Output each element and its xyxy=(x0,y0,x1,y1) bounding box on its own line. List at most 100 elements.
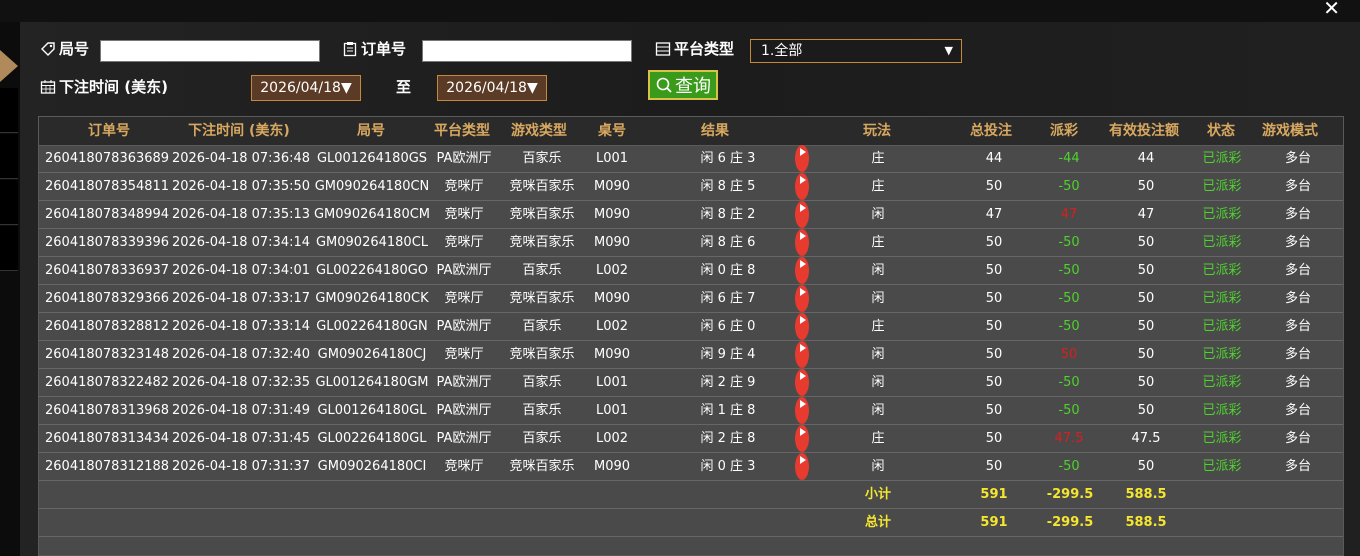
cell-platform: PA欧洲厅 xyxy=(436,431,492,446)
cell-time: 2026-04-18 07:32:35 xyxy=(171,375,311,390)
cell-result: 闲 0 庄 8 xyxy=(700,263,756,278)
cell-play: 闲 xyxy=(871,207,885,222)
cell-play: 庄 xyxy=(871,151,885,166)
play-icon[interactable] xyxy=(795,145,809,172)
side-tab[interactable] xyxy=(0,226,18,271)
cell-valid: 50 xyxy=(1137,179,1155,194)
side-tab[interactable] xyxy=(0,180,18,225)
cell-result: 闲 6 庄 0 xyxy=(700,319,756,334)
cell-ju: GM090264180CM xyxy=(313,207,431,222)
cell-platform: 竞咪厅 xyxy=(444,347,484,362)
table-row[interactable]: 260418078348994 2026-04-18 07:35:13 GM0902… xyxy=(39,201,1343,229)
cell-time: 2026-04-18 07:33:14 xyxy=(171,319,311,334)
cell-ju: GL002264180GO xyxy=(315,263,429,278)
cell-result: 闲 8 庄 2 xyxy=(700,207,756,222)
cell-ju: GL001264180GS xyxy=(316,151,428,166)
cell-play: 庄 xyxy=(871,235,885,250)
cell-game: 百家乐 xyxy=(522,151,562,166)
order-input[interactable] xyxy=(422,40,632,62)
play-icon[interactable] xyxy=(795,453,809,480)
cell-mode: 多台 xyxy=(1284,459,1311,474)
cell-play: 闲 xyxy=(871,459,885,474)
play-icon[interactable] xyxy=(795,201,809,228)
cell-table: M090 xyxy=(593,179,631,194)
cell-status: 已派彩 xyxy=(1202,431,1242,446)
cell-table: M090 xyxy=(593,207,631,222)
play-icon[interactable] xyxy=(795,369,809,396)
date-to-picker[interactable]: 2026/04/18▼ xyxy=(437,75,547,101)
platform-select[interactable]: 1.全部 ▼ xyxy=(750,39,962,63)
cell-order: 260418078329366 xyxy=(45,291,170,306)
platform-select-value: 1.全部 xyxy=(761,43,803,59)
cell-order: 260418078328812 xyxy=(45,319,170,334)
play-icon[interactable] xyxy=(795,425,809,452)
cell-valid: 47.5 xyxy=(1131,431,1161,446)
cell-game: 竞咪百家乐 xyxy=(509,291,575,306)
side-tab[interactable] xyxy=(0,88,18,133)
cell-mode: 多台 xyxy=(1284,151,1311,166)
play-icon[interactable] xyxy=(795,341,809,368)
cell-time: 2026-04-18 07:33:17 xyxy=(171,291,311,306)
play-icon[interactable] xyxy=(795,397,809,424)
play-icon[interactable] xyxy=(795,257,809,284)
cell-order: 260418078348994 xyxy=(45,207,170,222)
cell-bet: 50 xyxy=(985,431,1003,446)
table-row[interactable]: 260418078312188 2026-04-18 07:31:37 GM0902… xyxy=(39,453,1343,481)
play-icon[interactable] xyxy=(795,229,809,256)
table-row[interactable]: 260418078336937 2026-04-18 07:34:01 GL0022… xyxy=(39,257,1343,285)
cell-play: 闲 xyxy=(871,403,885,418)
cell-game: 百家乐 xyxy=(522,403,562,418)
cell-time: 2026-04-18 07:34:01 xyxy=(171,263,311,278)
cell-order: 260418078312188 xyxy=(45,459,170,474)
side-tab[interactable] xyxy=(0,134,18,179)
ju-input[interactable] xyxy=(100,40,320,62)
cell-valid: 50 xyxy=(1137,235,1155,250)
subtotal-label: 小计 xyxy=(864,487,891,502)
cell-ju: GL002264180GL xyxy=(317,431,427,446)
total-valid: 588.5 xyxy=(1125,515,1167,530)
cell-order: 260418078339396 xyxy=(45,235,170,250)
cell-result: 闲 1 庄 8 xyxy=(700,403,756,418)
cell-bet: 50 xyxy=(985,319,1003,334)
cell-payout: 47 xyxy=(1060,207,1078,222)
cell-table: M090 xyxy=(593,291,631,306)
cell-platform: PA欧洲厅 xyxy=(436,263,492,278)
table-row[interactable]: 260418078313434 2026-04-18 07:31:45 GL0022… xyxy=(39,425,1343,453)
table-row[interactable]: 260418078322482 2026-04-18 07:32:35 GL0012… xyxy=(39,369,1343,397)
column-header: 订单号 xyxy=(88,123,130,139)
cell-payout: -50 xyxy=(1058,459,1080,474)
close-icon[interactable]: ✕ xyxy=(1323,0,1340,20)
table-row[interactable]: 260418078339396 2026-04-18 07:34:14 GM0902… xyxy=(39,229,1343,257)
table-row[interactable]: 260418078363689 2026-04-18 07:36:48 GL0012… xyxy=(39,145,1343,173)
play-icon[interactable] xyxy=(795,285,809,312)
chevron-down-icon: ▼ xyxy=(944,44,953,57)
total-label: 总计 xyxy=(864,515,891,530)
cell-status: 已派彩 xyxy=(1202,179,1242,194)
cell-platform: 竞咪厅 xyxy=(444,459,484,474)
time-label-text: 下注时间 (美东) xyxy=(59,78,168,96)
cell-bet: 50 xyxy=(985,291,1003,306)
subtotal-payout: -299.5 xyxy=(1046,487,1094,502)
play-icon[interactable] xyxy=(795,313,809,340)
cell-result: 闲 0 庄 3 xyxy=(700,459,756,474)
cell-bet: 50 xyxy=(985,459,1003,474)
date-from-picker[interactable]: 2026/04/18▼ xyxy=(251,75,361,101)
query-button[interactable]: 查询 xyxy=(648,70,718,100)
cell-valid: 50 xyxy=(1137,403,1155,418)
cell-mode: 多台 xyxy=(1284,431,1311,446)
play-icon[interactable] xyxy=(795,173,809,200)
cell-valid: 50 xyxy=(1137,375,1155,390)
cell-ju: GM090264180CK xyxy=(315,291,429,306)
table-row[interactable]: 260418078328812 2026-04-18 07:33:14 GL0022… xyxy=(39,313,1343,341)
table-row[interactable]: 260418078354811 2026-04-18 07:35:50 GM0902… xyxy=(39,173,1343,201)
cell-mode: 多台 xyxy=(1284,403,1311,418)
cell-game: 竞咪百家乐 xyxy=(509,459,575,474)
cell-ju: GL001264180GM xyxy=(315,375,429,390)
cell-game: 百家乐 xyxy=(522,431,562,446)
cell-status: 已派彩 xyxy=(1202,375,1242,390)
table-row[interactable]: 260418078313968 2026-04-18 07:31:49 GL0012… xyxy=(39,397,1343,425)
table-row[interactable]: 260418078323148 2026-04-18 07:32:40 GM0902… xyxy=(39,341,1343,369)
table-row[interactable]: 260418078329366 2026-04-18 07:33:17 GM0902… xyxy=(39,285,1343,313)
cell-order: 260418078313434 xyxy=(45,431,170,446)
bet-record-table: 订单号 下注时间 (美东) 局号 平台类型 游戏类型 桌号 结果 玩法 总投注 派彩 有效投注额 状态… xyxy=(38,116,1344,556)
